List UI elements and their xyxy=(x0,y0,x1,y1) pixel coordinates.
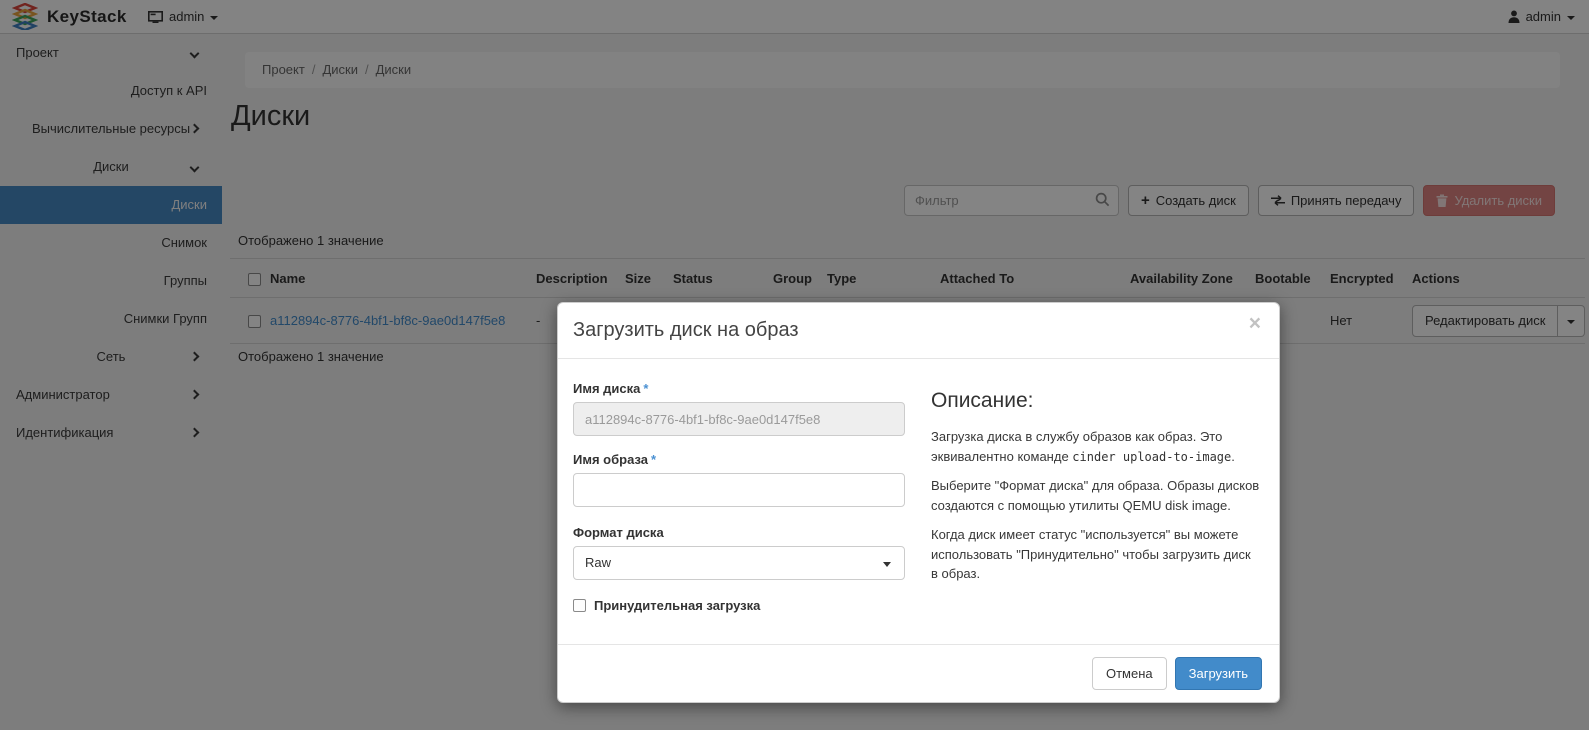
description-paragraph-3: Когда диск имеет статус "используется" в… xyxy=(931,525,1261,584)
modal-form: Имя диска* Имя образа* Формат диска Raw xyxy=(573,381,905,613)
disk-format-select[interactable]: Raw xyxy=(573,546,905,580)
disk-format-label: Формат диска xyxy=(573,525,905,540)
description-paragraph-2: Выберите "Формат диска" для образа. Обра… xyxy=(931,476,1261,515)
force-upload-checkbox[interactable] xyxy=(573,599,586,612)
required-marker: * xyxy=(643,381,648,396)
description-heading: Описание: xyxy=(931,389,1261,413)
force-upload-label: Принудительная загрузка xyxy=(594,598,760,613)
image-name-field[interactable] xyxy=(573,473,905,507)
image-name-label: Имя образа* xyxy=(573,452,905,467)
description-paragraph-1: Загрузка диска в службу образов как обра… xyxy=(931,427,1261,466)
upload-volume-modal: Загрузить диск на образ × Имя диска* Имя… xyxy=(557,302,1280,703)
modal-footer: Отмена Загрузить xyxy=(558,644,1279,702)
modal-body: Имя диска* Имя образа* Формат диска Raw xyxy=(558,359,1279,613)
cancel-button[interactable]: Отмена xyxy=(1092,657,1167,690)
app-window: KeyStack admin admin Проект Дост xyxy=(0,0,1589,730)
cli-command: cinder upload-to-image xyxy=(1072,450,1231,464)
close-icon[interactable]: × xyxy=(1249,313,1261,334)
disk-name-field xyxy=(573,402,905,436)
caret-down-icon xyxy=(883,562,891,567)
modal-description: Описание: Загрузка диска в службу образо… xyxy=(931,381,1261,613)
disk-format-value: Raw xyxy=(585,555,611,570)
modal-title: Загрузить диск на образ xyxy=(573,319,1264,342)
upload-button[interactable]: Загрузить xyxy=(1175,657,1262,690)
disk-name-label: Имя диска* xyxy=(573,381,905,396)
modal-header: Загрузить диск на образ × xyxy=(558,303,1279,359)
required-marker: * xyxy=(651,452,656,467)
